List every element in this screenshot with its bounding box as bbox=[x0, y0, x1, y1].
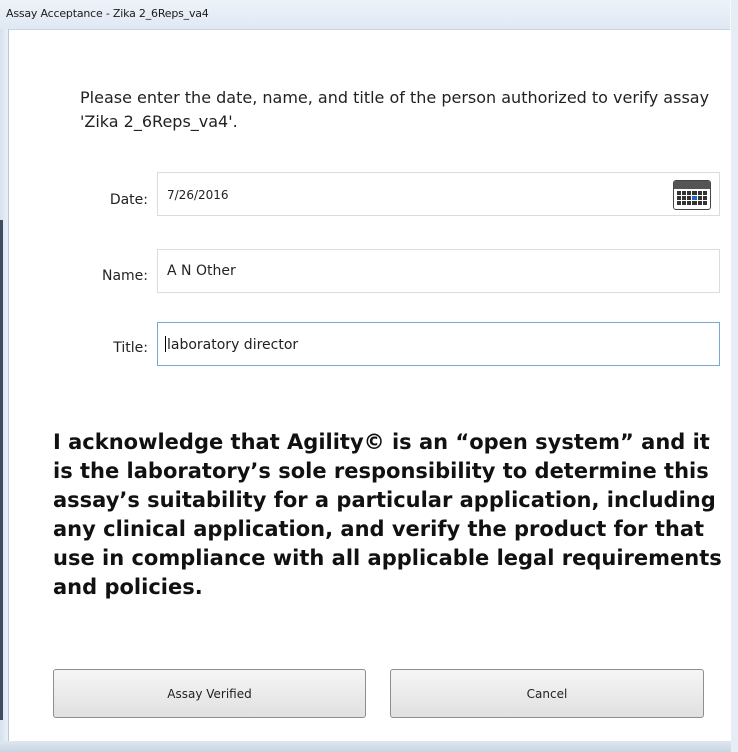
date-field[interactable]: 7/26/2016 bbox=[157, 172, 720, 216]
background-window-edge bbox=[0, 220, 3, 720]
title-value: laboratory director bbox=[167, 337, 299, 353]
name-label: Name: bbox=[101, 268, 148, 284]
calendar-icon[interactable] bbox=[673, 180, 711, 210]
window-title: Assay Acceptance - Zika 2_6Reps_va4 bbox=[6, 7, 209, 20]
assay-acceptance-window: Assay Acceptance - Zika 2_6Reps_va4 Plea… bbox=[0, 0, 738, 752]
date-value: 7/26/2016 bbox=[167, 188, 229, 202]
name-value: A N Other bbox=[167, 263, 236, 279]
cancel-button[interactable]: Cancel bbox=[390, 669, 704, 718]
acknowledgement-text: I acknowledge that Agility© is an “open … bbox=[53, 430, 722, 599]
window-right-border bbox=[731, 0, 738, 752]
name-field[interactable]: A N Other bbox=[157, 249, 720, 293]
assay-verified-button[interactable]: Assay Verified bbox=[53, 669, 366, 718]
title-value-wrapper: laboratory director bbox=[165, 336, 298, 353]
title-bar[interactable]: Assay Acceptance - Zika 2_6Reps_va4 bbox=[0, 0, 730, 30]
instruction-text: Please enter the date, name, and title o… bbox=[80, 88, 710, 131]
title-field[interactable]: laboratory director bbox=[157, 322, 720, 366]
date-label: Date: bbox=[109, 192, 148, 208]
dialog-content bbox=[9, 30, 731, 741]
title-label: Title: bbox=[113, 340, 148, 356]
window-bottom-border bbox=[0, 741, 731, 752]
text-cursor bbox=[165, 336, 166, 352]
